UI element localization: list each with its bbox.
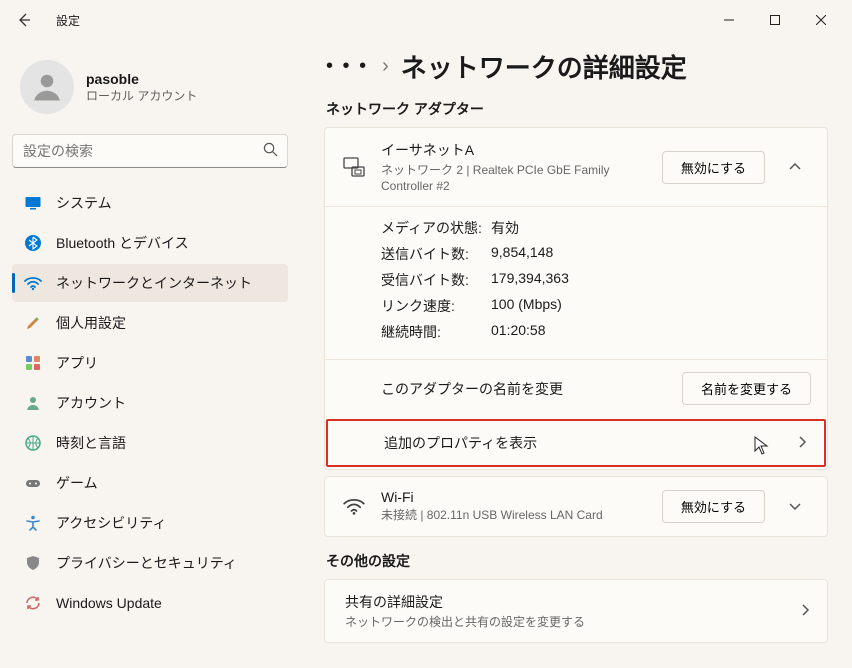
nav-time-language[interactable]: 時刻と言語	[12, 424, 288, 462]
adapter-card-wifi: Wi-Fi 未接続 | 802.11n USB Wireless LAN Car…	[324, 476, 828, 536]
detail-duration-value: 01:20:58	[491, 322, 546, 342]
nav-apps[interactable]: アプリ	[12, 344, 288, 382]
disable-button[interactable]: 無効にする	[662, 490, 765, 523]
back-arrow-icon	[16, 12, 32, 28]
chevron-right-icon	[799, 603, 811, 619]
nav-privacy[interactable]: プライバシーとセキュリティ	[12, 544, 288, 582]
monitor-icon	[24, 194, 42, 212]
nav-network[interactable]: ネットワークとインターネット	[12, 264, 288, 302]
apps-icon	[24, 354, 42, 372]
rename-button[interactable]: 名前を変更する	[682, 372, 811, 405]
close-button[interactable]	[798, 4, 844, 36]
maximize-button[interactable]	[752, 4, 798, 36]
wifi-icon	[24, 274, 42, 292]
adapter-card-ethernet: イーサネットA ネットワーク 2 | Realtek PCIe GbE Fami…	[324, 127, 828, 470]
nav-bluetooth[interactable]: Bluetooth とデバイス	[12, 224, 288, 262]
adapter-details: メディアの状態:有効 送信バイト数:9,854,148 受信バイト数:179,3…	[325, 206, 827, 359]
ethernet-icon	[341, 155, 367, 179]
nav-gaming[interactable]: ゲーム	[12, 464, 288, 502]
detail-recv-value: 179,394,363	[491, 270, 569, 290]
detail-media-value: 有効	[491, 218, 519, 238]
minimize-icon	[724, 15, 734, 25]
page-title: ネットワークの詳細設定	[401, 48, 687, 85]
account-icon	[24, 394, 42, 412]
brush-icon	[24, 314, 42, 332]
sharing-settings-card[interactable]: 共有の詳細設定 ネットワークの検出と共有の設定を変更する	[324, 579, 828, 643]
user-profile[interactable]: pasoble ローカル アカウント	[12, 48, 288, 130]
titlebar: 設定	[0, 0, 852, 40]
user-subtitle: ローカル アカウント	[86, 87, 197, 104]
bluetooth-icon	[24, 234, 42, 252]
nav-list: システム Bluetooth とデバイス ネットワークとインターネット 個人用設…	[12, 184, 288, 622]
nav-personalization[interactable]: 個人用設定	[12, 304, 288, 342]
search-icon	[263, 142, 278, 160]
disable-button[interactable]: 無効にする	[662, 151, 765, 184]
window-title: 設定	[56, 12, 80, 29]
search-input[interactable]	[12, 134, 288, 168]
additional-properties-row[interactable]: 追加のプロパティを表示	[326, 419, 826, 467]
wifi-icon	[341, 495, 367, 517]
section-network-adapters: ネットワーク アダプター	[326, 99, 828, 119]
globe-clock-icon	[24, 434, 42, 452]
maximize-icon	[770, 15, 780, 25]
collapse-toggle[interactable]	[779, 151, 811, 183]
nav-accessibility[interactable]: アクセシビリティ	[12, 504, 288, 542]
nav-system[interactable]: システム	[12, 184, 288, 222]
detail-sent-label: 送信バイト数:	[381, 244, 491, 264]
cursor-icon	[754, 436, 770, 459]
breadcrumb: • • • › ネットワークの詳細設定	[324, 48, 828, 85]
accessibility-icon	[24, 514, 42, 532]
minimize-button[interactable]	[706, 4, 752, 36]
section-other: その他の設定	[326, 551, 828, 571]
adapter-description: ネットワーク 2 | Realtek PCIe GbE Family Contr…	[381, 162, 648, 194]
nav-windows-update[interactable]: Windows Update	[12, 584, 288, 622]
chevron-right-icon	[796, 435, 808, 451]
adapter-name: Wi-Fi	[381, 489, 648, 505]
detail-speed-label: リンク速度:	[381, 296, 491, 316]
adapter-name: イーサネットA	[381, 140, 648, 160]
close-icon	[816, 15, 826, 25]
breadcrumb-separator-icon: ›	[382, 55, 389, 78]
main-content: • • • › ネットワークの詳細設定 ネットワーク アダプター イーサネットA…	[300, 40, 852, 668]
detail-duration-label: 継続時間:	[381, 322, 491, 342]
update-icon	[24, 594, 42, 612]
detail-recv-label: 受信バイト数:	[381, 270, 491, 290]
sharing-title: 共有の詳細設定	[345, 592, 785, 612]
back-button[interactable]	[8, 4, 40, 36]
rename-label: このアダプターの名前を変更	[381, 379, 682, 399]
chevron-up-icon	[788, 160, 802, 174]
user-name: pasoble	[86, 71, 197, 87]
gamepad-icon	[24, 474, 42, 492]
shield-icon	[24, 554, 42, 572]
expand-toggle[interactable]	[779, 490, 811, 522]
sidebar: pasoble ローカル アカウント システム Bluetooth とデバイス …	[0, 40, 300, 668]
adapter-description: 未接続 | 802.11n USB Wireless LAN Card	[381, 507, 648, 523]
avatar	[20, 60, 74, 114]
detail-media-label: メディアの状態:	[381, 218, 491, 238]
additional-properties-label: 追加のプロパティを表示	[384, 433, 537, 453]
detail-speed-value: 100 (Mbps)	[491, 296, 562, 316]
detail-sent-value: 9,854,148	[491, 244, 553, 264]
sharing-sub: ネットワークの検出と共有の設定を変更する	[345, 614, 785, 630]
chevron-down-icon	[788, 499, 802, 513]
user-icon	[29, 69, 65, 105]
settings-window: 設定 pasoble ローカル アカウント	[0, 0, 852, 668]
nav-accounts[interactable]: アカウント	[12, 384, 288, 422]
rename-adapter-row: このアダプターの名前を変更 名前を変更する	[325, 359, 827, 417]
breadcrumb-more-button[interactable]: • • •	[324, 51, 370, 82]
